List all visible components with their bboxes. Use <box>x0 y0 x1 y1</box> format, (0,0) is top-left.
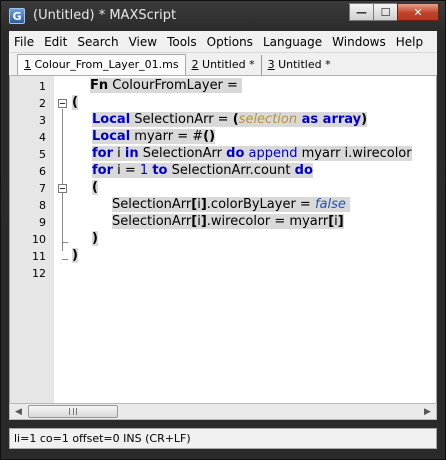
line-number: 11 <box>32 250 46 263</box>
code-line: 2 ( <box>10 95 436 112</box>
code-token: for <box>92 163 113 178</box>
code-line: 6 for i = 1 to SelectionArr.count do <box>10 163 436 180</box>
code-line: 3 Local SelectionArr = (selection as arr… <box>10 112 436 129</box>
line-number: 4 <box>39 131 46 144</box>
code-token: append <box>248 146 298 161</box>
line-number: 7 <box>39 182 46 195</box>
code-token: () <box>203 129 216 144</box>
scroll-right-icon[interactable]: ▶ <box>419 404 436 419</box>
code-token: for <box>92 146 113 161</box>
code-line: 11 ) <box>10 248 436 265</box>
menu-help[interactable]: Help <box>391 35 428 49</box>
menu-edit[interactable]: Edit <box>39 35 72 49</box>
code-token: ) <box>92 231 98 246</box>
line-number: 2 <box>39 97 46 110</box>
code-editor[interactable]: 1 Fn ColourFromLayer = 2 ( 3 Local Selec… <box>9 76 437 403</box>
line-number: 5 <box>39 148 46 161</box>
code-token: ) <box>361 112 368 127</box>
code-line: 10 ) <box>10 231 436 248</box>
code-token: do <box>294 163 313 178</box>
tab-untitled-2[interactable]: 2 Untitled * <box>186 55 262 75</box>
tab-label: Untitled * <box>198 58 255 71</box>
minimize-button[interactable]: — <box>349 3 373 21</box>
line-number: 10 <box>32 233 46 246</box>
maxscript-window: G (Untitled) * MAXScript — ☐ ✕ File Edit… <box>0 0 446 460</box>
code-token: ) <box>72 248 78 263</box>
code-token: SelectionArr <box>138 146 227 161</box>
code-token: SelectionArr = <box>130 112 233 127</box>
scrollbar-thumb[interactable] <box>28 405 118 418</box>
code-line: 7 ( <box>10 180 436 197</box>
code-line: 1 Fn ColourFromLayer = <box>10 78 436 95</box>
code-line: 9 SelectionArr[i].wirecolor = myarr[i] <box>10 214 436 231</box>
code-token: in <box>124 146 139 161</box>
menu-tools[interactable]: Tools <box>162 35 202 49</box>
code-token: SelectionArr <box>112 197 192 212</box>
menu-bar: File Edit Search View Tools Options Lang… <box>9 31 437 52</box>
code-token: selection <box>238 112 298 127</box>
tab-number: 3 <box>267 58 275 71</box>
tab-number: 1 <box>24 58 31 71</box>
file-tab-bar: 1 Colour_From_Layer_01.ms 2 Untitled * 3… <box>9 52 437 76</box>
code-token: as <box>297 112 323 127</box>
code-token: SelectionArr <box>112 214 192 229</box>
menu-search[interactable]: Search <box>72 35 123 49</box>
title-bar[interactable]: G (Untitled) * MAXScript — ☐ ✕ <box>1 1 445 31</box>
code-token: false <box>314 197 346 212</box>
code-token: SelectionArr.count <box>167 163 295 178</box>
code-token: myarr i.wirecolor <box>297 146 412 161</box>
menu-view[interactable]: View <box>124 35 162 49</box>
menu-language[interactable]: Language <box>258 35 327 49</box>
code-token: myarr = # <box>130 129 204 144</box>
code-token: ( <box>72 95 78 110</box>
window-controls: — ☐ ✕ <box>349 3 439 21</box>
code-token: to <box>152 163 168 178</box>
code-token: ( <box>92 180 98 195</box>
grip-icon <box>69 408 77 415</box>
status-bar: li=1 co=1 offset=0 INS (CR+LF) <box>9 428 437 449</box>
menu-options[interactable]: Options <box>202 35 258 49</box>
code-token: i <box>113 146 125 161</box>
tab-colour-from-layer[interactable]: 1 Colour_From_Layer_01.ms <box>17 54 186 75</box>
code-token: do <box>226 146 245 161</box>
code-token: .wirecolor = myarr <box>206 214 329 229</box>
close-button[interactable]: ✕ <box>397 3 439 21</box>
code-line: 12 <box>10 265 436 282</box>
maximize-button[interactable]: ☐ <box>373 3 397 21</box>
code-token: Fn <box>90 78 109 93</box>
maxscript-app-icon[interactable]: G <box>9 8 25 24</box>
line-number: 12 <box>32 267 46 280</box>
line-number: 3 <box>39 114 46 127</box>
code-token: ] <box>337 214 344 229</box>
tab-label: Colour_From_Layer_01.ms <box>31 58 179 71</box>
line-number: 9 <box>39 216 46 229</box>
code-token: Local <box>92 129 131 144</box>
menu-file[interactable]: File <box>9 35 39 49</box>
line-number: 6 <box>39 165 46 178</box>
code-line: 4 Local myarr = #() <box>10 129 436 146</box>
scroll-left-icon[interactable]: ◀ <box>10 404 27 419</box>
menu-windows[interactable]: Windows <box>327 35 391 49</box>
tab-number: 2 <box>191 58 199 71</box>
window-title: (Untitled) * MAXScript <box>33 8 177 23</box>
code-line: 8 SelectionArr[i].colorByLayer = false <box>10 197 436 214</box>
code-token: .colorByLayer = <box>206 197 315 212</box>
code-line: 5 for i in SelectionArr do append myarr … <box>10 146 436 163</box>
code-token: i = <box>113 163 140 178</box>
code-token: Local <box>92 112 131 127</box>
horizontal-scrollbar[interactable]: ◀ ▶ <box>9 403 437 420</box>
line-number: 1 <box>39 80 46 93</box>
line-number: 8 <box>39 199 46 212</box>
tab-label: Untitled * <box>274 58 331 71</box>
code-token: array <box>322 112 362 127</box>
tab-untitled-3[interactable]: 3 Untitled * <box>262 55 337 75</box>
code-token: ColourFromLayer = <box>108 78 243 93</box>
code-token: 1 <box>139 163 149 178</box>
